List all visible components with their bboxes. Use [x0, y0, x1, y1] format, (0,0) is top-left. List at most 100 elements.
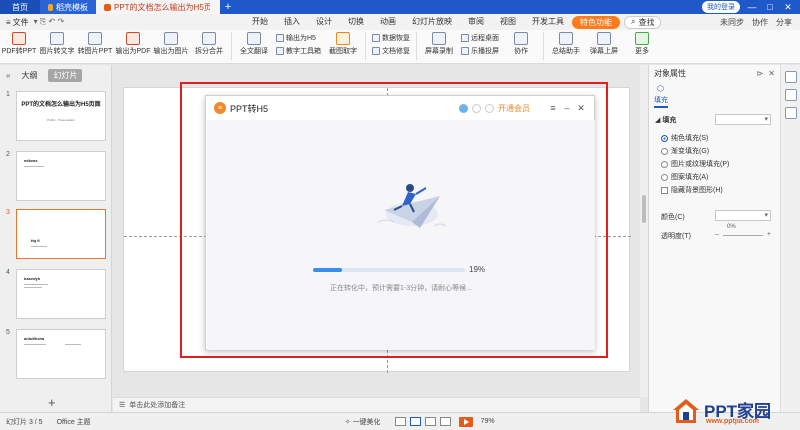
tab-slides[interactable]: 幻灯片: [48, 68, 83, 82]
select-icon[interactable]: [784, 71, 797, 83]
beautify-label: 一键美化: [352, 418, 381, 426]
slide-thumb-title: anbdfhsha: [24, 336, 45, 341]
menu-tab-review[interactable]: 审阅: [460, 16, 492, 29]
search-button[interactable]: ⌕ 查找: [624, 15, 662, 29]
cast-screen-button[interactable]: 乐播投屏: [461, 46, 499, 56]
slide-thumb-3[interactable]: 3 ttq fi: [6, 209, 106, 259]
quick-access-icons[interactable]: ▾ ⎘ ↶ ↷: [34, 17, 65, 27]
data-recovery-button[interactable]: 数据恢复: [372, 33, 410, 43]
pdf-to-ppt-label: PDF转PPT: [1, 48, 37, 55]
picture-fill-option[interactable]: 图片或纹理填充(P): [661, 159, 729, 169]
slide-thumb-2[interactable]: 2 mikeas: [6, 151, 106, 201]
sorter-view-icon[interactable]: [424, 417, 436, 426]
fill-section-header[interactable]: ◢ 填充: [655, 115, 676, 125]
collaborate-label: 协作: [514, 48, 528, 55]
menu-tab-slideshow[interactable]: 幻灯片放映: [404, 16, 460, 29]
normal-view-icon[interactable]: [409, 417, 421, 426]
tab-outline[interactable]: 大纲: [16, 69, 42, 82]
more-button[interactable]: 更多: [623, 32, 661, 56]
gradient-fill-option[interactable]: 渐变填充(G): [661, 146, 709, 156]
menu-tab-home[interactable]: 开始: [244, 16, 276, 29]
cast-screen-label: 乐播投屏: [471, 48, 499, 55]
more-label: 更多: [635, 48, 649, 55]
notes-area[interactable]: ☰ 单击此处添加备注: [113, 397, 640, 412]
style-icon[interactable]: [784, 107, 797, 119]
pin-icon[interactable]: ⊳: [757, 69, 764, 78]
object-properties-panel: 对象属性 ⊳ ✕ ⬡ 填充 ◢ 填充 纯色填充(S) 渐变填充(G) 图片或纹理…: [648, 65, 780, 412]
slide-panel: « 大纲 幻灯片 1 PPT的文档怎么输出为H5页面 Public · Pres…: [0, 65, 112, 412]
scroll-thumb[interactable]: [642, 195, 646, 223]
shape-icon[interactable]: [784, 89, 797, 101]
login-button[interactable]: 我的登录: [702, 1, 740, 13]
slide-number: 4: [6, 269, 10, 276]
screenshot-icon: [336, 32, 350, 45]
play-slideshow-button[interactable]: [458, 416, 473, 427]
transparency-slider[interactable]: – 0% +: [715, 224, 771, 239]
sync-status[interactable]: 未同步: [720, 17, 744, 28]
collapse-panel-icon[interactable]: «: [6, 71, 10, 80]
new-tab-button[interactable]: +: [220, 0, 236, 14]
reading-view-icon[interactable]: [439, 417, 451, 426]
pattern-fill-option[interactable]: 图案填充(A): [661, 172, 708, 182]
export-pdf-button[interactable]: 输出为PDF: [114, 32, 152, 56]
collaborate-button[interactable]: 协作: [502, 32, 540, 56]
fill-type-select[interactable]: [715, 114, 771, 125]
remote-desktop-button[interactable]: 远程桌面: [461, 33, 499, 43]
fill-tab[interactable]: 填充: [654, 95, 668, 108]
menu-tab-insert[interactable]: 插入: [276, 16, 308, 29]
slider-track[interactable]: [723, 235, 763, 236]
radio-icon: [661, 134, 668, 142]
minimize-button[interactable]: —: [746, 2, 758, 12]
highlight-box: [180, 82, 608, 358]
menu-tab-view[interactable]: 视图: [492, 16, 524, 29]
collab-button[interactable]: 协作: [752, 17, 768, 28]
panel-close-icon[interactable]: ✕: [768, 69, 775, 78]
export-h5-button[interactable]: 输出为H5: [276, 33, 321, 43]
tab-docer[interactable]: 稻壳模板: [40, 0, 96, 14]
maximize-button[interactable]: □: [764, 2, 776, 12]
tab-document[interactable]: PPT的文档怎么输出为H5页面: [96, 0, 220, 14]
screen-record-button[interactable]: 屏幕录制: [420, 32, 458, 56]
menu-tab-design[interactable]: 设计: [308, 16, 340, 29]
danmaku-button[interactable]: 弹幕上屏: [585, 32, 623, 56]
file-menu[interactable]: ≡ 文件 ▾ ⎘ ↶ ↷: [0, 17, 72, 28]
thumb-text-line: [24, 166, 44, 167]
tab-home[interactable]: 首页: [0, 0, 40, 14]
close-window-button[interactable]: ✕: [782, 2, 794, 13]
increase-icon[interactable]: +: [767, 231, 771, 238]
gradient-fill-label: 渐变填充(G): [671, 148, 710, 155]
picture-fill-label: 图片或纹理填充(P): [671, 161, 730, 168]
screenshot-ocr-button[interactable]: 截图取字: [324, 32, 362, 56]
right-toolbar: [780, 65, 800, 412]
split-merge-button[interactable]: 拆分合并: [190, 32, 228, 56]
pdf-to-ppt-button[interactable]: PDF转PPT: [0, 32, 38, 56]
solid-fill-option[interactable]: 纯色填充(S): [661, 133, 708, 143]
share-button[interactable]: 分享: [776, 17, 792, 28]
fill-tab-icon[interactable]: ⬡: [657, 84, 664, 93]
doc-repair-button[interactable]: 文档修复: [372, 46, 410, 56]
menu-tab-special[interactable]: 特色功能: [572, 15, 620, 29]
menu-tab-transition[interactable]: 切换: [340, 16, 372, 29]
slide-thumb-1[interactable]: 1 PPT的文档怎么输出为H5页面 Public · Presentation: [6, 91, 106, 141]
hide-background-checkbox[interactable]: 隐藏背景图形(H): [661, 185, 723, 195]
export-image-button[interactable]: 输出为图片: [152, 32, 190, 56]
slide-thumb-5[interactable]: 5 anbdfhsha: [6, 329, 106, 379]
solid-fill-label: 纯色填充(S): [671, 135, 709, 142]
slide-thumb-4[interactable]: 4 basedyh: [6, 269, 106, 319]
split-merge-label: 拆分合并: [195, 48, 223, 55]
color-select[interactable]: [715, 210, 771, 221]
add-slide-button[interactable]: +: [48, 395, 56, 410]
zoom-level[interactable]: 79%: [481, 418, 495, 425]
canvas-scrollbar[interactable]: [640, 65, 648, 397]
thumb-text-line: [24, 287, 42, 288]
menu-tab-developer[interactable]: 开发工具: [524, 16, 572, 29]
to-image-ppt-button[interactable]: 转图片PPT: [76, 32, 114, 56]
teaching-tools-button[interactable]: 教字工具箱: [276, 46, 321, 56]
image-to-text-button[interactable]: 图片转文字: [38, 32, 76, 56]
one-click-beautify-button[interactable]: ✧ 一键美化: [345, 417, 381, 427]
summary-assistant-button[interactable]: 总结助手: [547, 32, 585, 56]
decrease-icon[interactable]: –: [715, 231, 719, 238]
menu-tab-animation[interactable]: 动画: [372, 16, 404, 29]
translate-button[interactable]: 全文翻译: [235, 32, 273, 56]
notes-view-icon[interactable]: [394, 417, 406, 426]
